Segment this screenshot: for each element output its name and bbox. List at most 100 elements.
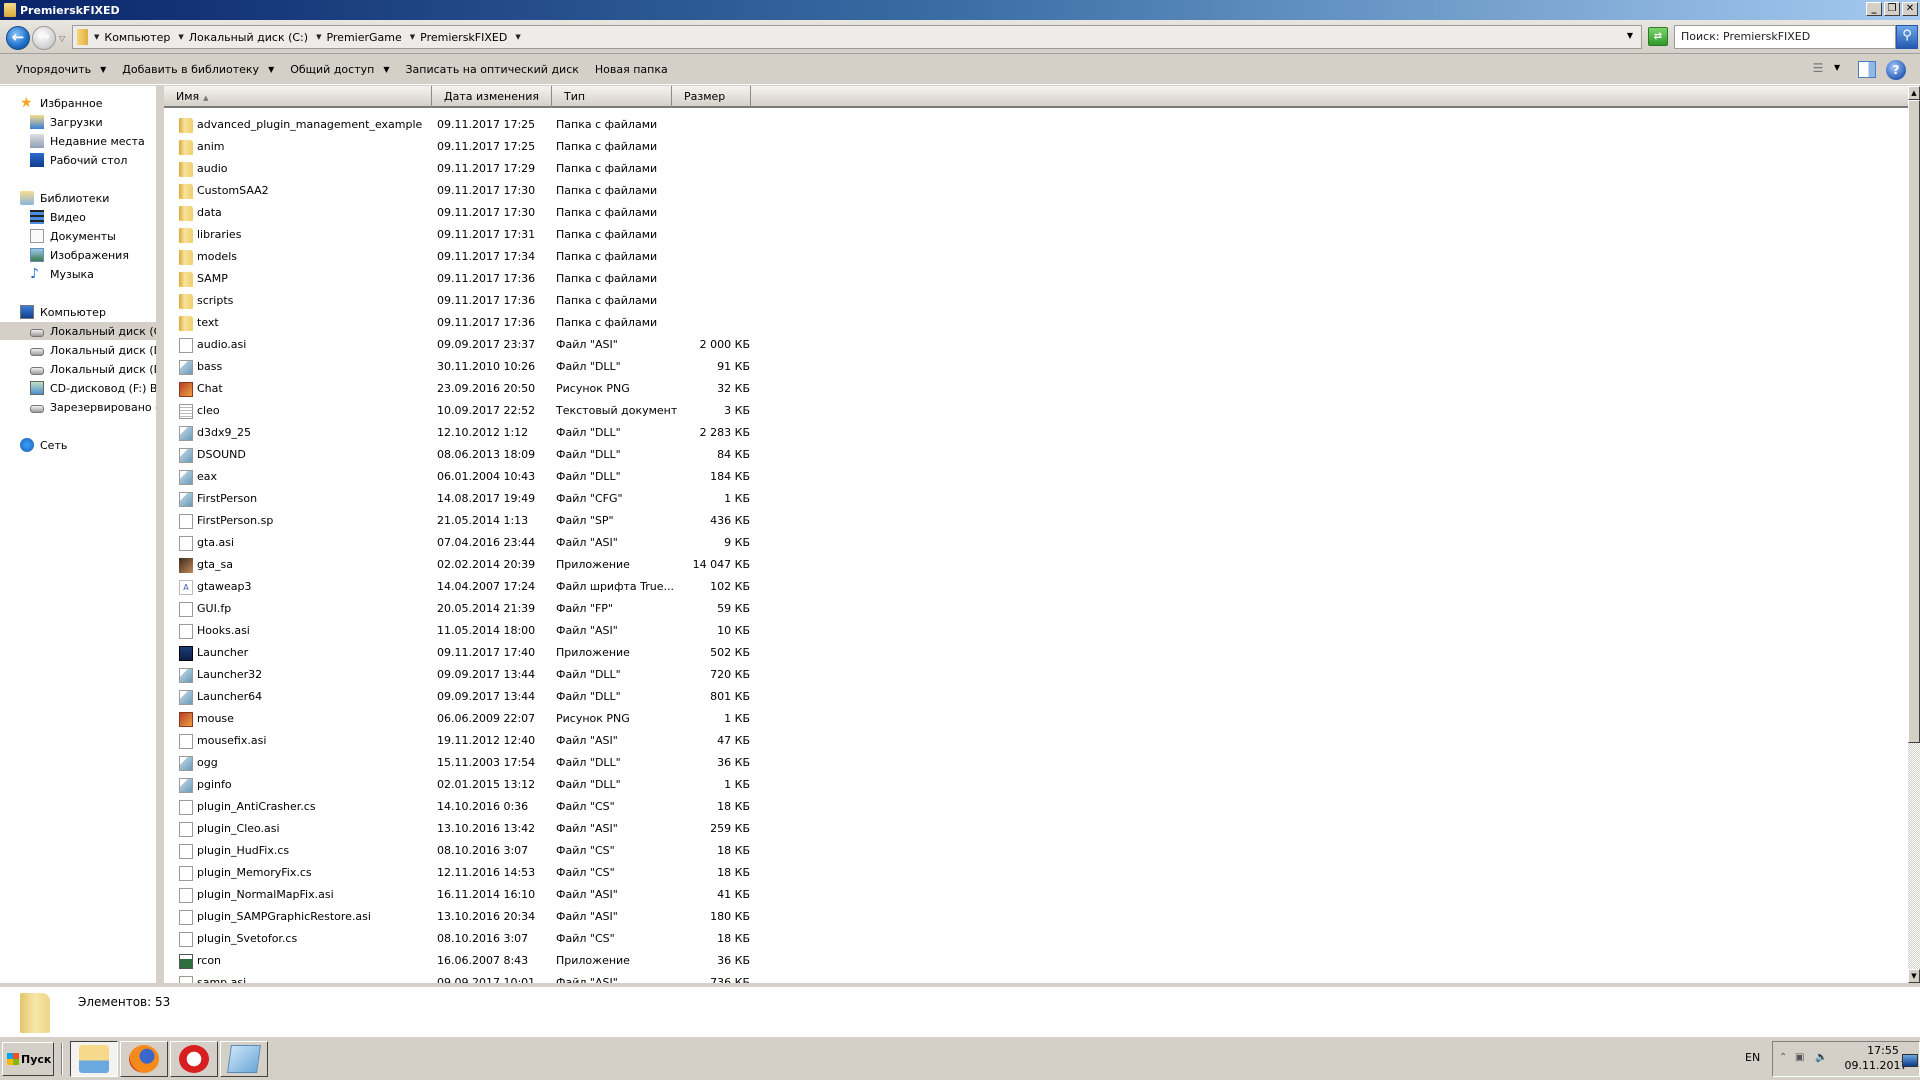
column-date-modified[interactable]: Дата изменения bbox=[432, 86, 552, 108]
search-input[interactable]: Поиск: PremierskFIXED bbox=[1674, 25, 1896, 49]
sidebar-computer[interactable]: Компьютер bbox=[0, 303, 156, 321]
file-row[interactable]: libraries 09.11.2017 17:31 Папка с файлами bbox=[164, 224, 924, 246]
burn-disc-button[interactable]: Записать на оптический диск bbox=[397, 60, 586, 79]
file-row[interactable]: plugin_Svetofor.cs 08.10.2016 3:07 Файл "C… bbox=[164, 928, 924, 950]
close-button[interactable]: ✕ bbox=[1902, 2, 1918, 16]
show-hidden-icons-button[interactable]: ⌃ bbox=[1779, 1052, 1787, 1063]
preview-pane-button[interactable] bbox=[1858, 61, 1876, 78]
column-name[interactable]: Имя ▲ bbox=[164, 86, 432, 108]
breadcrumb-premierskfixed[interactable]: ▼ PremierskFIXED bbox=[410, 31, 508, 44]
file-row[interactable]: Launcher64 09.09.2017 13:44 Файл "DLL" 801 … bbox=[164, 686, 924, 708]
file-row[interactable]: audio 09.11.2017 17:29 Папка с файлами bbox=[164, 158, 924, 180]
view-options-button[interactable]: ☰ bbox=[1808, 61, 1828, 79]
breadcrumb-premiergame[interactable]: ▼ PremierGame bbox=[316, 31, 402, 44]
file-row[interactable]: eax 06.01.2004 10:43 Файл "DLL" 184 КБ bbox=[164, 466, 924, 488]
file-row[interactable]: gta_sa 02.02.2014 20:39 Приложение 14 047 К… bbox=[164, 554, 924, 576]
file-row[interactable]: mousefix.asi 19.11.2012 12:40 Файл "ASI" 47… bbox=[164, 730, 924, 752]
file-row[interactable]: CustomSAA2 09.11.2017 17:30 Папка с файлам… bbox=[164, 180, 924, 202]
file-row[interactable]: DSOUND 08.06.2013 18:09 Файл "DLL" 84 КБ bbox=[164, 444, 924, 466]
taskbar-firefox[interactable] bbox=[120, 1041, 168, 1077]
file-row[interactable]: rcon 16.06.2007 8:43 Приложение 36 КБ bbox=[164, 950, 924, 972]
sidebar-libraries[interactable]: Библиотеки bbox=[0, 189, 156, 207]
chevron-down-icon[interactable]: ▼ bbox=[178, 33, 183, 41]
sidebar-item-downloads[interactable]: Загрузки bbox=[0, 113, 156, 131]
taskbar-wargaming[interactable] bbox=[170, 1041, 218, 1077]
file-row[interactable]: Hooks.asi 11.05.2014 18:00 Файл "ASI" 10 КБ bbox=[164, 620, 924, 642]
sidebar-item-drive-d[interactable]: Локальный диск (D:) bbox=[0, 341, 156, 359]
network-icon[interactable]: ▣ bbox=[1795, 1052, 1804, 1063]
file-row[interactable]: scripts 09.11.2017 17:36 Папка с файлами bbox=[164, 290, 924, 312]
add-to-library-button[interactable]: Добавить в библиотеку ▼ bbox=[114, 60, 282, 79]
scroll-up-button[interactable]: ▲ bbox=[1908, 86, 1920, 100]
file-row[interactable]: samp.asi 09.09.2017 10:01 Файл "ASI" 736 КБ bbox=[164, 972, 924, 983]
file-row[interactable]: advanced_plugin_management_example 09.11.… bbox=[164, 114, 924, 136]
taskbar-notepad[interactable] bbox=[220, 1041, 268, 1077]
view-dropdown[interactable]: ▼ bbox=[1834, 63, 1840, 72]
volume-icon[interactable]: 🔈 bbox=[1815, 1052, 1827, 1063]
sidebar-item-cd-drive[interactable]: CD-дисковод (F:) BRO bbox=[0, 379, 156, 397]
chevron-down-icon[interactable]: ▼ bbox=[316, 33, 321, 41]
breadcrumb-children-dropdown[interactable]: ▼ bbox=[515, 33, 525, 41]
sidebar-network[interactable]: Сеть bbox=[0, 436, 156, 454]
help-button[interactable]: ? bbox=[1886, 60, 1906, 80]
file-row[interactable]: Chat 23.09.2016 20:50 Рисунок PNG 32 КБ bbox=[164, 378, 924, 400]
file-row[interactable]: SAMP 09.11.2017 17:36 Папка с файлами bbox=[164, 268, 924, 290]
sidebar-item-recent-places[interactable]: Недавние места bbox=[0, 132, 156, 150]
file-row[interactable]: plugin_Cleo.asi 13.10.2016 13:42 Файл "ASI… bbox=[164, 818, 924, 840]
chevron-down-icon[interactable]: ▼ bbox=[515, 33, 520, 41]
sidebar-item-pictures[interactable]: Изображения bbox=[0, 246, 156, 264]
clock-time[interactable]: 17:55 bbox=[1863, 1044, 1903, 1057]
sidebar-item-video[interactable]: Видео bbox=[0, 208, 156, 226]
file-row[interactable]: plugin_AntiCrasher.cs 14.10.2016 0:36 Файл… bbox=[164, 796, 924, 818]
file-row[interactable]: mouse 06.06.2009 22:07 Рисунок PNG 1 КБ bbox=[164, 708, 924, 730]
forward-button[interactable]: → bbox=[32, 26, 56, 50]
sidebar-item-documents[interactable]: Документы bbox=[0, 227, 156, 245]
file-row[interactable]: pginfo 02.01.2015 13:12 Файл "DLL" 1 КБ bbox=[164, 774, 924, 796]
sidebar-item-drive-c[interactable]: Локальный диск (C:) bbox=[0, 322, 156, 340]
breadcrumb-computer[interactable]: ▼ Компьютер bbox=[94, 31, 170, 44]
back-button[interactable]: ← bbox=[6, 26, 30, 50]
share-button[interactable]: Общий доступ ▼ bbox=[282, 60, 397, 79]
file-row[interactable]: FirstPerson.sp 21.05.2014 1:13 Файл "SP" 43… bbox=[164, 510, 924, 532]
column-type[interactable]: Тип bbox=[552, 86, 672, 108]
chevron-down-icon[interactable]: ▼ bbox=[410, 33, 415, 41]
file-row[interactable]: d3dx9_25 12.10.2012 1:12 Файл "DLL" 2 283 К… bbox=[164, 422, 924, 444]
sidebar-favorites[interactable]: ★ Избранное bbox=[0, 94, 156, 112]
organize-button[interactable]: Упорядочить ▼ bbox=[8, 60, 114, 79]
file-row[interactable]: anim 09.11.2017 17:25 Папка с файлами bbox=[164, 136, 924, 158]
scroll-down-button[interactable]: ▼ bbox=[1908, 969, 1920, 983]
file-row[interactable]: plugin_NormalMapFix.asi 16.11.2014 16:10 Ф… bbox=[164, 884, 924, 906]
file-row[interactable]: ogg 15.11.2003 17:54 Файл "DLL" 36 КБ bbox=[164, 752, 924, 774]
file-row[interactable]: plugin_SAMPGraphicRestore.asi 13.10.2016 … bbox=[164, 906, 924, 928]
search-button[interactable]: ⚲ bbox=[1896, 25, 1918, 49]
recent-pages-dropdown[interactable]: ▽ bbox=[59, 34, 67, 43]
chevron-down-icon[interactable]: ▼ bbox=[94, 33, 99, 41]
file-row[interactable]: cleo 10.09.2017 22:52 Текстовый документ 3 … bbox=[164, 400, 924, 422]
maximize-button[interactable]: ❐ bbox=[1884, 2, 1900, 16]
sidebar-item-system-reserved[interactable]: Зарезервировано системой bbox=[0, 398, 156, 416]
language-indicator[interactable]: EN bbox=[1745, 1051, 1760, 1064]
clock-date[interactable]: 09.11.2017 bbox=[1841, 1059, 1911, 1072]
file-row[interactable]: Agtaweap3 14.04.2007 17:24 Файл шрифта Tru… bbox=[164, 576, 924, 598]
sidebar-item-desktop[interactable]: Рабочий стол bbox=[0, 151, 156, 169]
sidebar-item-music[interactable]: ♪ Музыка bbox=[0, 265, 156, 283]
file-row[interactable]: Launcher32 09.09.2017 13:44 Файл "DLL" 720 … bbox=[164, 664, 924, 686]
file-row[interactable]: FirstPerson 14.08.2017 19:49 Файл "CFG" 1 К… bbox=[164, 488, 924, 510]
file-row[interactable]: models 09.11.2017 17:34 Папка с файлами bbox=[164, 246, 924, 268]
breadcrumb-drive-c[interactable]: ▼ Локальный диск (C:) bbox=[178, 31, 308, 44]
address-history-dropdown[interactable]: ▼ bbox=[1627, 31, 1633, 40]
file-row[interactable]: data 09.11.2017 17:30 Папка с файлами bbox=[164, 202, 924, 224]
file-row[interactable]: Launcher 09.11.2017 17:40 Приложение 502 КБ bbox=[164, 642, 924, 664]
file-row[interactable]: bass 30.11.2010 10:26 Файл "DLL" 91 КБ bbox=[164, 356, 924, 378]
sidebar-item-drive-e[interactable]: Локальный диск (E:) bbox=[0, 360, 156, 378]
scrollbar-thumb[interactable] bbox=[1908, 100, 1920, 744]
new-folder-button[interactable]: Новая папка bbox=[587, 60, 676, 79]
file-row[interactable]: gta.asi 07.04.2016 23:44 Файл "ASI" 9 КБ bbox=[164, 532, 924, 554]
start-button[interactable]: Пуск bbox=[2, 1042, 54, 1076]
column-size[interactable]: Размер bbox=[672, 86, 751, 108]
show-desktop-button[interactable] bbox=[1902, 1054, 1918, 1067]
vertical-scrollbar[interactable]: ▲ ▼ bbox=[1908, 86, 1920, 983]
file-row[interactable]: text 09.11.2017 17:36 Папка с файлами bbox=[164, 312, 924, 334]
file-row[interactable]: plugin_HudFix.cs 08.10.2016 3:07 Файл "CS"… bbox=[164, 840, 924, 862]
address-bar[interactable]: ▼ Компьютер ▼ Локальный диск (C:) ▼ Premier… bbox=[72, 25, 1642, 49]
